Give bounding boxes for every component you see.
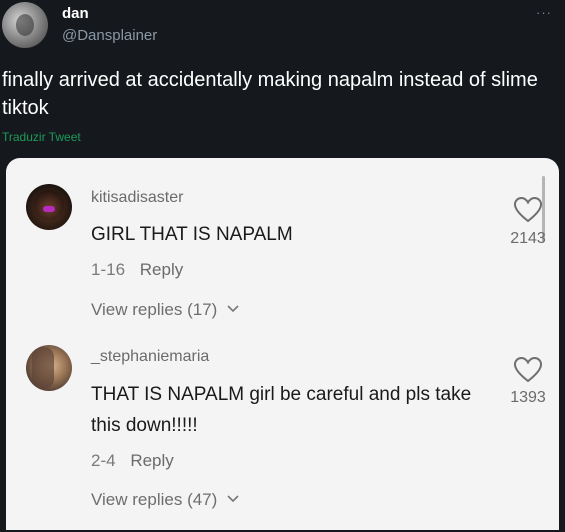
comment-text: GIRL THAT IS NAPALM — [91, 224, 293, 245]
heart-icon[interactable] — [513, 356, 543, 384]
chevron-down-icon — [227, 488, 239, 508]
comments-screenshot: kitisadisaster GIRL THAT IS NAPALM 1-16 … — [6, 158, 559, 530]
more-horizontal-icon[interactable]: ··· — [536, 5, 552, 20]
comment-date: 1-16 — [91, 260, 126, 279]
like-count: 1393 — [510, 389, 546, 406]
tweet-text: finally arrived at accidentally making n… — [2, 69, 538, 119]
view-replies-label: View replies (17) — [91, 300, 218, 319]
comment-date: 2-4 — [91, 451, 116, 470]
comment-text: THAT IS NAPALM girl be careful and pls t… — [91, 384, 472, 436]
author-display-name[interactable]: dan — [62, 5, 89, 22]
translate-tweet-link[interactable]: Traduzir Tweet — [2, 130, 81, 144]
tweet-header: dan @Dansplainer ··· — [0, 0, 565, 60]
like-count: 2143 — [510, 230, 546, 247]
comment-meta: 1-16 Reply — [91, 260, 183, 280]
reply-button[interactable]: Reply — [140, 260, 183, 279]
comment-username[interactable]: kitisadisaster — [91, 189, 183, 207]
view-replies-button[interactable]: View replies (17) — [91, 298, 239, 320]
view-replies-button[interactable]: View replies (47) — [91, 488, 239, 510]
author-handle[interactable]: @Dansplainer — [62, 27, 157, 44]
comment-meta: 2-4 Reply — [91, 451, 174, 471]
author-avatar[interactable] — [2, 2, 48, 48]
comment-username[interactable]: _stephaniemaria — [91, 348, 209, 366]
reply-button[interactable]: Reply — [130, 451, 173, 470]
chevron-down-icon — [227, 298, 239, 318]
view-replies-label: View replies (47) — [91, 490, 218, 509]
commenter-avatar[interactable] — [26, 184, 72, 230]
heart-icon[interactable] — [513, 196, 543, 224]
commenter-avatar[interactable] — [26, 345, 72, 391]
